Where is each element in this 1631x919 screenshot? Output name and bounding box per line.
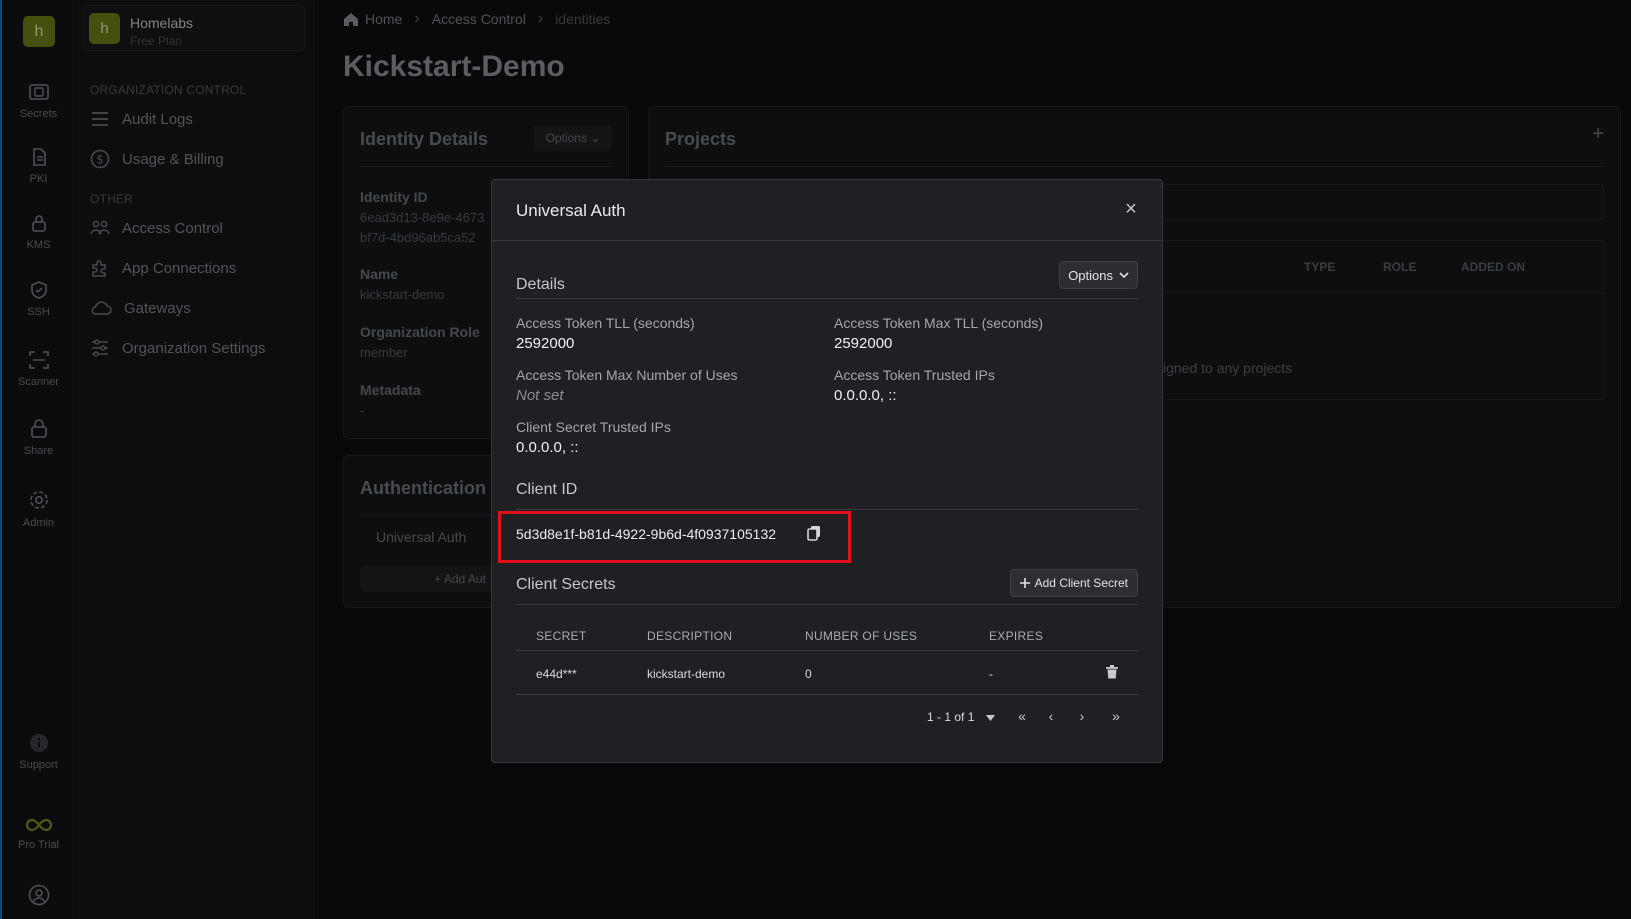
cell-description: kickstart-demo (647, 667, 726, 681)
details-options-button[interactable]: Options (1059, 261, 1138, 289)
trash-icon[interactable] (1106, 665, 1118, 679)
next-page-button[interactable]: › (1072, 708, 1092, 726)
client-secrets-title: Client Secrets (516, 576, 616, 593)
cell-uses: 0 (805, 667, 812, 681)
prev-page-button[interactable]: ‹ (1041, 708, 1061, 726)
plus-icon (1019, 578, 1030, 588)
ttl-value: 2592000 (516, 335, 575, 352)
client-id-title: Client ID (516, 481, 578, 498)
max-uses-label: Access Token Max Number of Uses (516, 367, 738, 383)
per-page-dropdown-icon[interactable] (986, 715, 995, 721)
secret-trusted-ips-label: Client Secret Trusted IPs (516, 419, 671, 435)
client-id-value[interactable]: 5d3d8e1f-b81d-4922-9b6d-4f0937105132 (516, 526, 776, 542)
add-client-secret-button[interactable]: Add Client Secret (1009, 569, 1138, 597)
col-secret: SECRET (536, 629, 587, 643)
col-description: DESCRIPTION (647, 629, 733, 643)
cell-expires: - (989, 667, 993, 681)
modal-title: Universal Auth (516, 201, 626, 220)
add-secret-label: Add Client Secret (1034, 576, 1128, 590)
first-page-button[interactable]: « (1012, 708, 1032, 726)
universal-auth-modal: Universal Auth × Details Options Access … (491, 179, 1163, 763)
options-label: Options (1068, 267, 1113, 283)
divider (516, 694, 1138, 695)
modal-header: Universal Auth × (492, 180, 1162, 241)
max-ttl-label: Access Token Max TLL (seconds) (834, 315, 1044, 331)
secret-trusted-ips-value: 0.0.0.0, :: (516, 439, 579, 456)
col-expires: EXPIRES (989, 629, 1044, 643)
max-ttl-value: 2592000 (834, 335, 893, 352)
chevron-down-icon (1119, 271, 1129, 278)
divider (516, 604, 1138, 605)
trusted-ips-value: 0.0.0.0, :: (834, 387, 897, 404)
col-number-of-uses: NUMBER OF USES (805, 629, 918, 643)
details-title: Details (516, 276, 565, 293)
close-icon[interactable]: × (1120, 198, 1142, 220)
pagination-range: 1 - 1 of 1 (927, 710, 975, 724)
divider (516, 509, 1138, 510)
copy-icon[interactable] (807, 525, 821, 541)
max-uses-value: Not set (516, 387, 564, 404)
ttl-label: Access Token TLL (seconds) (516, 315, 695, 331)
divider (516, 298, 1138, 299)
trusted-ips-label: Access Token Trusted IPs (834, 367, 995, 383)
last-page-button[interactable]: » (1106, 708, 1126, 726)
cell-secret: e44d*** (536, 667, 577, 681)
